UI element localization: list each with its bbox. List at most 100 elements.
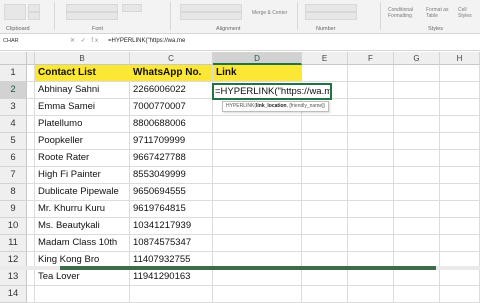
whatsapp-number-cell[interactable]: 8553049999: [130, 167, 213, 184]
column-header-d[interactable]: D: [213, 52, 302, 65]
row-header-13[interactable]: 13: [0, 269, 27, 286]
cell[interactable]: [27, 150, 35, 167]
format-as-table-button[interactable]: Format as Table: [426, 7, 450, 19]
cell[interactable]: [440, 269, 480, 286]
cell[interactable]: [394, 133, 440, 150]
cell[interactable]: [27, 286, 35, 303]
cell[interactable]: [213, 235, 302, 252]
font-style-buttons[interactable]: [66, 12, 118, 20]
contact-name-cell[interactable]: Abhinay Sahni: [35, 82, 130, 99]
cell[interactable]: [27, 167, 35, 184]
cell[interactable]: [213, 218, 302, 235]
cell[interactable]: [440, 82, 480, 99]
cell[interactable]: [27, 269, 35, 286]
cell[interactable]: [440, 99, 480, 116]
cell[interactable]: [27, 116, 35, 133]
name-box[interactable]: CHAR: [3, 37, 51, 46]
row-header-4[interactable]: 4: [0, 116, 27, 133]
cell[interactable]: [302, 133, 348, 150]
cell[interactable]: [348, 286, 394, 303]
alignment-bottom-buttons[interactable]: [180, 12, 242, 20]
cell[interactable]: [348, 99, 394, 116]
row-header-2[interactable]: 2: [0, 82, 27, 99]
cell[interactable]: [348, 218, 394, 235]
header-link[interactable]: Link: [213, 65, 302, 82]
cell[interactable]: [394, 82, 440, 99]
cell[interactable]: [302, 235, 348, 252]
cell[interactable]: [213, 116, 302, 133]
cell[interactable]: [348, 269, 394, 286]
column-header-g[interactable]: G: [394, 52, 440, 65]
cell[interactable]: [302, 184, 348, 201]
cell[interactable]: [27, 184, 35, 201]
cell[interactable]: [348, 116, 394, 133]
cell[interactable]: [440, 201, 480, 218]
cell[interactable]: [394, 218, 440, 235]
cell[interactable]: [302, 116, 348, 133]
cell[interactable]: [348, 235, 394, 252]
column-header-a[interactable]: A: [27, 52, 35, 65]
number-format-select[interactable]: [305, 4, 357, 12]
contact-name-cell[interactable]: Mr. Khurru Kuru: [35, 201, 130, 218]
row-header-1[interactable]: 1: [0, 65, 27, 82]
alignment-top-buttons[interactable]: [180, 4, 242, 12]
header-contact-list[interactable]: Contact List: [35, 65, 130, 82]
cell[interactable]: [440, 235, 480, 252]
number-format-buttons[interactable]: [305, 12, 357, 20]
row-header-6[interactable]: 6: [0, 150, 27, 167]
cell[interactable]: [348, 65, 394, 82]
cell[interactable]: [348, 150, 394, 167]
whatsapp-number-cell[interactable]: 9619764815: [130, 201, 213, 218]
cell[interactable]: [394, 184, 440, 201]
conditional-formatting-button[interactable]: Conditional Formatting: [388, 7, 416, 19]
whatsapp-number-cell[interactable]: 7000770007: [130, 99, 213, 116]
cell[interactable]: [394, 201, 440, 218]
cell[interactable]: [440, 184, 480, 201]
cell[interactable]: [302, 269, 348, 286]
paste-button[interactable]: [4, 4, 26, 20]
cell[interactable]: [394, 99, 440, 116]
cell[interactable]: [348, 82, 394, 99]
cell[interactable]: [302, 167, 348, 184]
row-header-8[interactable]: 8: [0, 184, 27, 201]
contact-name-cell[interactable]: Platellumo: [35, 116, 130, 133]
column-header-b[interactable]: B: [35, 52, 130, 65]
cell[interactable]: [348, 201, 394, 218]
whatsapp-number-cell[interactable]: 9667427788: [130, 150, 213, 167]
whatsapp-number-cell[interactable]: 11941290163: [130, 269, 213, 286]
cell[interactable]: [27, 82, 35, 99]
formula-input[interactable]: =HYPERLINK("https://wa.me: [108, 37, 185, 46]
cell[interactable]: [213, 133, 302, 150]
cell[interactable]: [348, 184, 394, 201]
cell[interactable]: [394, 150, 440, 167]
font-size-select[interactable]: [122, 4, 142, 12]
copy-button[interactable]: [28, 12, 40, 20]
cell[interactable]: [213, 286, 302, 303]
cell[interactable]: [27, 218, 35, 235]
cell[interactable]: [302, 201, 348, 218]
cell[interactable]: [394, 286, 440, 303]
cell[interactable]: [394, 65, 440, 82]
cell[interactable]: [213, 184, 302, 201]
whatsapp-number-cell[interactable]: 9650694555: [130, 184, 213, 201]
formula-icons[interactable]: ✕ ✓ fx: [70, 37, 100, 46]
cell[interactable]: [302, 286, 348, 303]
cell[interactable]: [27, 133, 35, 150]
cell[interactable]: [440, 218, 480, 235]
contact-name-cell[interactable]: Ms. Beautykali: [35, 218, 130, 235]
cell[interactable]: [213, 150, 302, 167]
cell[interactable]: [394, 235, 440, 252]
row-header-3[interactable]: 3: [0, 99, 27, 116]
contact-name-cell[interactable]: [35, 286, 130, 303]
header-whatsapp-no[interactable]: WhatsApp No.: [130, 65, 213, 82]
cell[interactable]: [440, 167, 480, 184]
row-header-7[interactable]: 7: [0, 167, 27, 184]
cell[interactable]: [213, 269, 302, 286]
whatsapp-number-cell[interactable]: 10341217939: [130, 218, 213, 235]
column-header-e[interactable]: E: [302, 52, 348, 65]
cell[interactable]: [213, 201, 302, 218]
cell[interactable]: [348, 167, 394, 184]
contact-name-cell[interactable]: Emma Samei: [35, 99, 130, 116]
cell[interactable]: [394, 116, 440, 133]
cell[interactable]: [440, 116, 480, 133]
